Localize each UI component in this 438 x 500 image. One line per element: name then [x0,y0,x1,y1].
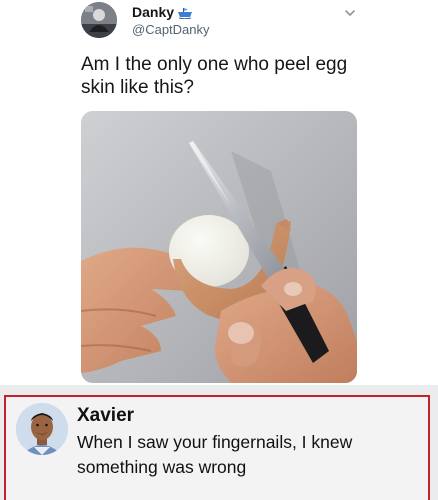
flag-icon [177,6,193,20]
meme-page: Danky @CaptDanky Am I the only one who p… [0,0,438,500]
tweet-card: Danky @CaptDanky Am I the only one who p… [0,0,438,385]
display-name[interactable]: Danky [132,4,174,20]
avatar-photo-icon [81,2,117,38]
display-name-row: Danky [132,3,193,21]
user-handle[interactable]: @CaptDanky [132,22,210,37]
tweet-photo[interactable] [81,111,357,383]
reply-author-name[interactable]: Xavier [77,405,134,427]
tweet-avatar[interactable] [81,2,117,38]
reply-text: When I saw your fingernails, I knew some… [77,432,353,477]
reply-avatar[interactable] [16,403,68,455]
reply-section: Xavier When I saw your fingernails, I kn… [0,385,438,500]
man-avatar-icon [16,403,68,455]
chevron-down-icon[interactable] [343,6,357,20]
reply-comment-box: Xavier When I saw your fingernails, I kn… [4,395,430,500]
egg-peeling-photo-icon [81,111,357,383]
tweet-text: Am I the only one who peel egg skin like… [81,54,348,98]
